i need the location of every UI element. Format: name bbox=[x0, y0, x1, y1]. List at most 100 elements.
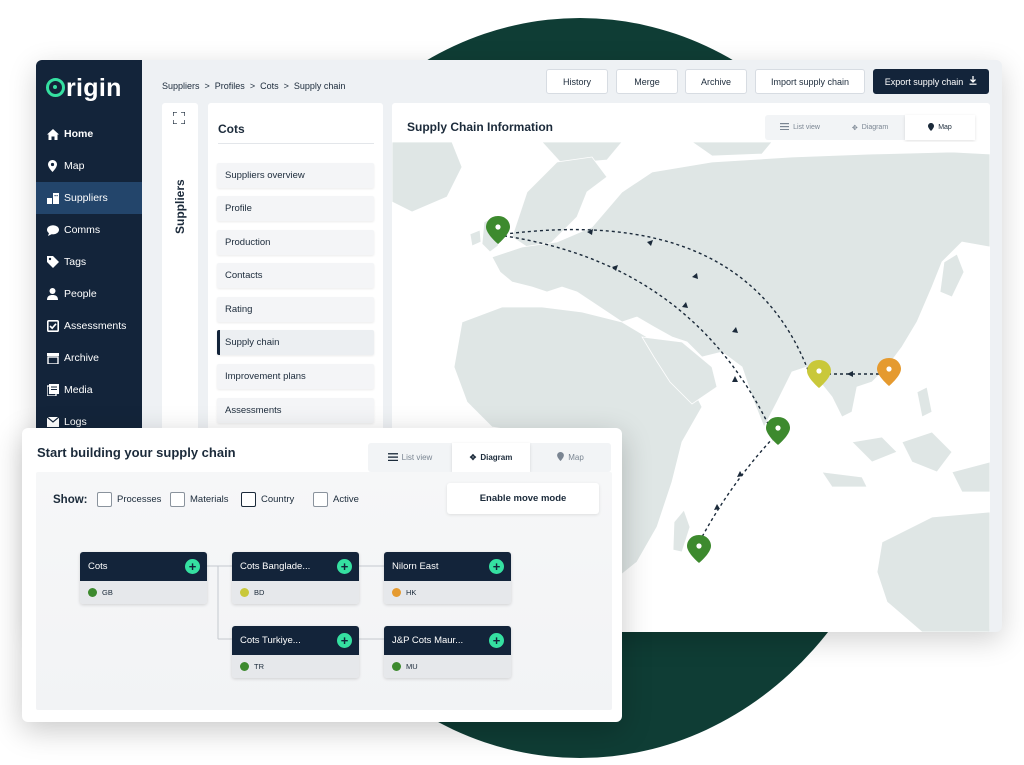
breadcrumb-supply-chain: Supply chain bbox=[293, 81, 346, 91]
mail-icon bbox=[46, 416, 59, 429]
map-pin-icon bbox=[557, 452, 565, 463]
move-arrows-icon: ✥ bbox=[469, 453, 477, 462]
sidebar-item-label: Comms bbox=[64, 224, 101, 236]
sidebar-item-map[interactable]: Map bbox=[36, 150, 142, 182]
subnav-item-rating[interactable]: Rating bbox=[217, 297, 374, 322]
country-code: HK bbox=[406, 588, 417, 597]
map-pin-icon bbox=[46, 160, 59, 173]
sidebar-item-archive[interactable]: Archive bbox=[36, 342, 142, 374]
status-dot bbox=[240, 662, 249, 671]
subnav-title: Cots bbox=[218, 122, 245, 136]
node-footer: TR bbox=[232, 655, 359, 678]
merge-button[interactable]: Merge bbox=[616, 69, 678, 94]
export-supply-chain-button[interactable]: Export supply chain bbox=[873, 69, 989, 94]
tag-icon bbox=[46, 256, 59, 269]
node-footer: MU bbox=[384, 655, 511, 678]
subnav-item-assessments[interactable]: Assessments bbox=[217, 398, 374, 423]
breadcrumb-separator: > bbox=[283, 81, 289, 91]
sidebar-item-label: Assessments bbox=[64, 320, 127, 332]
diagram-card: Start building your supply chain List vi… bbox=[22, 428, 622, 722]
list-view-tab[interactable]: List view bbox=[765, 115, 835, 140]
map-tab[interactable]: Map bbox=[530, 443, 611, 472]
list-view-tab[interactable]: List view bbox=[368, 443, 452, 472]
logo-o-icon bbox=[46, 78, 65, 97]
archive-box-icon bbox=[46, 352, 59, 365]
supply-node-jp-cots-mauritius[interactable]: J&P Cots Maur... + MU bbox=[384, 626, 511, 678]
supply-node-cots-turkiye[interactable]: Cots Turkiye... + TR bbox=[232, 626, 359, 678]
node-header: Cots Turkiye... + bbox=[232, 626, 359, 655]
node-header: Cots Banglade... + bbox=[232, 552, 359, 581]
archive-button[interactable]: Archive bbox=[685, 69, 747, 94]
logo-text: rigin bbox=[66, 74, 122, 102]
sidebar-item-label: Home bbox=[64, 128, 94, 140]
add-node-icon[interactable]: + bbox=[489, 633, 504, 648]
node-footer: HK bbox=[384, 581, 511, 604]
sidebar-nav: Home Map Suppliers Comms Tags People Ass… bbox=[36, 118, 142, 438]
sidebar-item-assessments[interactable]: Assessments bbox=[36, 310, 142, 342]
sidebar-item-home[interactable]: Home bbox=[36, 118, 142, 150]
expand-icon[interactable] bbox=[172, 111, 186, 127]
export-button-label: Export supply chain bbox=[884, 76, 964, 87]
subnav-item-contacts[interactable]: Contacts bbox=[217, 263, 374, 288]
subnav-divider bbox=[218, 143, 374, 144]
node-name: Nilorn East bbox=[392, 561, 439, 572]
node-header: Cots + bbox=[80, 552, 207, 581]
diagram-view-toggle: List view ✥ Diagram Map bbox=[368, 443, 611, 472]
sidebar-item-media[interactable]: Media bbox=[36, 374, 142, 406]
add-node-icon[interactable]: + bbox=[185, 559, 200, 574]
node-footer: BD bbox=[232, 581, 359, 604]
breadcrumb-profiles[interactable]: Profiles bbox=[215, 81, 245, 91]
subnav-item-suppliers-overview[interactable]: Suppliers overview bbox=[217, 163, 374, 188]
status-dot bbox=[88, 588, 97, 597]
breadcrumb-suppliers[interactable]: Suppliers bbox=[162, 81, 200, 91]
supply-node-nilorn-east[interactable]: Nilorn East + HK bbox=[384, 552, 511, 604]
country-code: BD bbox=[254, 588, 265, 597]
map-view-toggle: List view ✥ Diagram Map bbox=[765, 115, 975, 140]
map-label: Map bbox=[568, 453, 584, 462]
marketing-stage: rigin Home Map Suppliers Comms Tags Peop… bbox=[0, 0, 1024, 765]
list-icon bbox=[387, 452, 398, 463]
add-node-icon[interactable]: + bbox=[489, 559, 504, 574]
subnav-item-profile[interactable]: Profile bbox=[217, 196, 374, 221]
import-supply-chain-button[interactable]: Import supply chain bbox=[755, 69, 865, 94]
diagram-label: Diagram bbox=[861, 124, 889, 131]
origin-logo[interactable]: rigin bbox=[46, 74, 122, 103]
subnav-item-production[interactable]: Production bbox=[217, 230, 374, 255]
node-name: Cots Turkiye... bbox=[240, 635, 301, 646]
sidebar-item-label: Logs bbox=[64, 416, 87, 428]
diagram-tab[interactable]: ✥ Diagram bbox=[835, 115, 905, 140]
suppliers-icon bbox=[46, 192, 59, 205]
map-card-title: Supply Chain Information bbox=[407, 120, 553, 134]
sidebar-item-comms[interactable]: Comms bbox=[36, 214, 142, 246]
node-header: J&P Cots Maur... + bbox=[384, 626, 511, 655]
country-code: MU bbox=[406, 662, 418, 671]
breadcrumb-cots[interactable]: Cots bbox=[260, 81, 279, 91]
person-icon bbox=[46, 288, 59, 301]
download-icon bbox=[969, 76, 977, 87]
media-icon bbox=[46, 384, 59, 397]
supply-node-cots[interactable]: Cots + GB bbox=[80, 552, 207, 604]
node-name: J&P Cots Maur... bbox=[392, 635, 464, 646]
history-button[interactable]: History bbox=[546, 69, 608, 94]
add-node-icon[interactable]: + bbox=[337, 559, 352, 574]
node-footer: GB bbox=[80, 581, 207, 604]
node-name: Cots Banglade... bbox=[240, 561, 311, 572]
list-view-label: List view bbox=[401, 453, 433, 462]
add-node-icon[interactable]: + bbox=[337, 633, 352, 648]
subnav-item-improvement-plans[interactable]: Improvement plans bbox=[217, 364, 374, 389]
sidebar-item-label: Map bbox=[64, 160, 85, 172]
subnav-item-supply-chain[interactable]: Supply chain bbox=[217, 330, 374, 355]
sidebar-item-tags[interactable]: Tags bbox=[36, 246, 142, 278]
map-tab[interactable]: Map bbox=[905, 115, 975, 140]
sidebar-item-label: People bbox=[64, 288, 97, 300]
sidebar-item-suppliers[interactable]: Suppliers bbox=[36, 182, 142, 214]
breadcrumb-separator: > bbox=[249, 81, 256, 91]
diagram-tab[interactable]: ✥ Diagram bbox=[452, 443, 530, 472]
supply-node-cots-bangladesh[interactable]: Cots Banglade... + BD bbox=[232, 552, 359, 604]
move-arrows-icon: ✥ bbox=[851, 124, 858, 132]
sidebar-item-people[interactable]: People bbox=[36, 278, 142, 310]
checkbox-icon bbox=[46, 320, 59, 333]
chat-bubble-icon bbox=[46, 224, 59, 237]
map-label: Map bbox=[938, 124, 952, 131]
sidebar-item-label: Suppliers bbox=[64, 192, 108, 204]
